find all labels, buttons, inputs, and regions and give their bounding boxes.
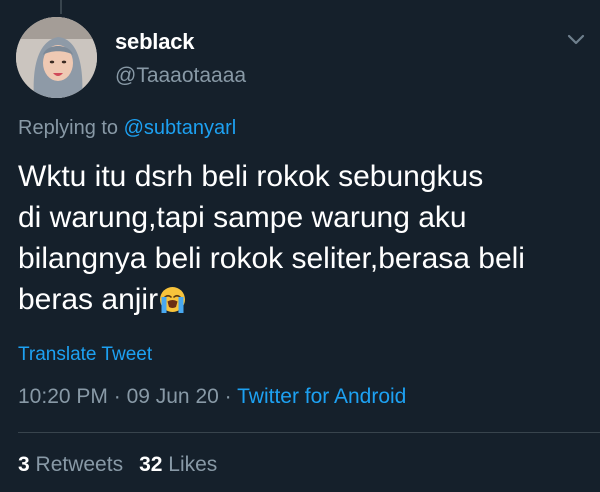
likes-label: Likes	[168, 453, 218, 476]
tweet-meta: 10:20 PM · 09 Jun 20 · Twitter for Andro…	[18, 385, 406, 409]
retweets-count: 3	[18, 453, 30, 476]
tweet-source-link[interactable]: Twitter for Android	[237, 385, 406, 408]
replying-to-label: Replying to	[18, 117, 119, 139]
replying-to-line: Replying to @subtanyarl	[18, 117, 236, 140]
tweet-stats: 3 Retweets 32 Likes	[18, 453, 217, 477]
user-handle[interactable]: @Taaaotaaaa	[115, 64, 246, 88]
reply-mention-link[interactable]: @subtanyarl	[124, 117, 237, 139]
avatar[interactable]	[16, 17, 97, 98]
tweet-body: Wktu itu dsrh beli rokok sebungkus di wa…	[18, 160, 525, 316]
tweet-date: 09 Jun 20	[126, 385, 219, 408]
translate-tweet-link[interactable]: Translate Tweet	[18, 344, 152, 366]
retweets-stat[interactable]: 3 Retweets	[18, 453, 123, 476]
tweet-time: 10:20 PM	[18, 385, 108, 408]
thread-connector-line	[60, 0, 62, 14]
meta-separator-2: ·	[218, 385, 238, 408]
likes-stat[interactable]: 32 Likes	[139, 453, 217, 476]
meta-separator: ·	[107, 385, 127, 408]
loudly-crying-face-icon	[159, 283, 186, 313]
chevron-down-icon[interactable]	[565, 31, 587, 49]
retweets-label: Retweets	[35, 453, 124, 476]
likes-count: 32	[139, 453, 163, 476]
display-name[interactable]: seblack	[115, 29, 195, 55]
divider	[18, 432, 600, 433]
avatar-image	[16, 17, 97, 98]
tweet-text: Wktu itu dsrh beli rokok sebungkus di wa…	[18, 156, 590, 320]
